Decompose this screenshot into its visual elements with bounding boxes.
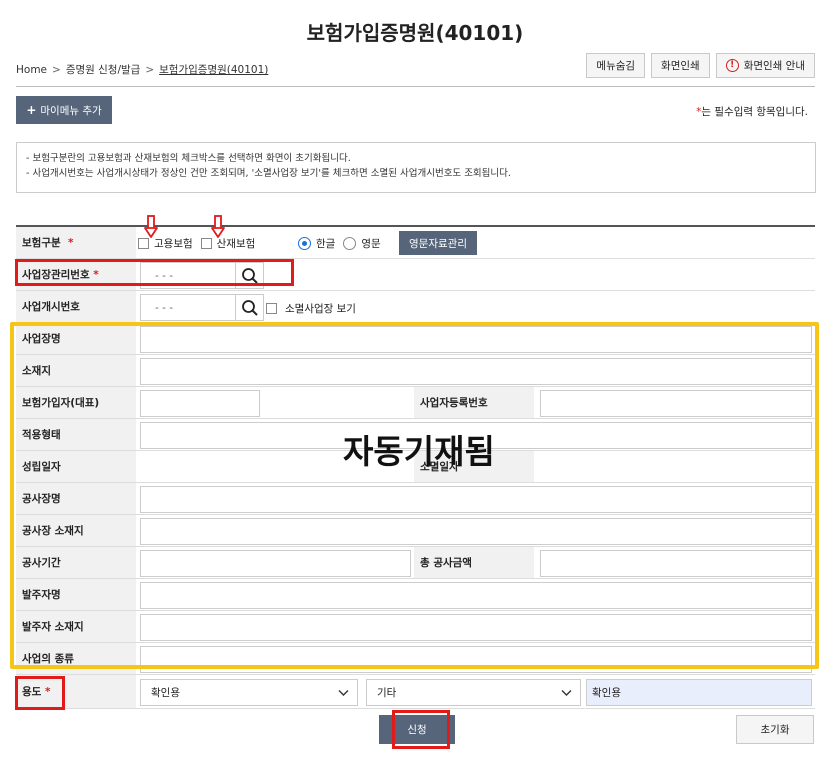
notice-box: - 보험구분란의 고용보험과 산재보험의 체크박스를 선택하면 화면이 초기화됩… (16, 142, 816, 193)
language-radios: 한글 영문 (298, 236, 381, 251)
add-my-menu-button[interactable]: + 마이메뉴 추가 (16, 96, 112, 124)
highlight-purpose (15, 676, 65, 710)
auto-fill-annotation: 자동기재됨 (343, 432, 495, 471)
arrow-down-icon (211, 215, 225, 238)
chevron-down-icon (338, 687, 349, 701)
notice-line: - 보험구분란의 고용보험과 산재보험의 체크박스를 선택하면 화면이 초기화됩… (26, 153, 351, 164)
purpose-select-2[interactable]: 기타 (366, 679, 581, 706)
reset-button[interactable]: 초기화 (736, 715, 814, 744)
plus-icon: + (26, 103, 37, 117)
chevron-down-icon (561, 687, 572, 701)
notice-line: - 사업개시번호는 사업개시상태가 정상인 건만 조회되며, '소멸사업장 보기… (26, 168, 511, 179)
row-insurance-type: 보험구분 * 고용보험 산재보험 한글 영문 영문자료관리 (16, 227, 815, 259)
purpose-select-2-value: 기타 (377, 687, 397, 699)
required-note-text: 는 필수입력 항목입니다. (701, 106, 808, 118)
add-my-menu-label: 마이메뉴 추가 (40, 104, 102, 117)
hide-menu-button[interactable]: 메뉴숨김 (586, 53, 646, 78)
print-button[interactable]: 화면인쇄 (651, 53, 710, 78)
english-radio[interactable] (343, 237, 357, 250)
label-insurance-type: 보험구분 * (16, 227, 136, 258)
highlight-auto-fill-area (10, 322, 819, 669)
print-guide-label: 화면인쇄 안내 (743, 60, 805, 72)
label-business-start-no: 사업개시번호 (16, 291, 136, 322)
employment-insurance-checkbox[interactable] (138, 238, 149, 249)
breadcrumb-home[interactable]: Home (16, 64, 47, 76)
business-start-no-input[interactable]: - - - (140, 294, 236, 321)
page-title: 보험가입증명원(40101) (306, 21, 524, 45)
employment-insurance-label: 고용보험 (154, 238, 193, 250)
show-closed-group: 소멸사업장 보기 (266, 301, 356, 316)
breadcrumb-level1[interactable]: 증명원 신청/발급 (66, 62, 141, 77)
show-closed-label: 소멸사업장 보기 (285, 303, 356, 315)
top-buttons: 메뉴숨김 화면인쇄 ! 화면인쇄 안내 (586, 53, 815, 78)
purpose-text-input[interactable]: 확인용 (586, 679, 812, 706)
divider (16, 86, 815, 87)
breadcrumb-separator-icon: > (145, 63, 155, 76)
purpose-select-1-value: 확인용 (151, 687, 180, 699)
label-text: 보험구분 (22, 237, 61, 249)
breadcrumb-separator-icon: > (52, 63, 61, 76)
korean-label: 한글 (316, 238, 336, 250)
purpose-select-1[interactable]: 확인용 (140, 679, 358, 706)
row-purpose: 용도 * 확인용 기타 확인용 (16, 675, 815, 709)
breadcrumb: Home > 증명원 신청/발급 > 보험가입증명원(40101) (16, 62, 268, 77)
arrow-down-icon (144, 215, 158, 238)
row-business-start-no: 사업개시번호 - - - 소멸사업장 보기 (16, 291, 815, 323)
application-form: 보험구분 * 고용보험 산재보험 한글 영문 영문자료관리 사업장관리번호 * … (16, 225, 815, 709)
highlight-submit (392, 710, 450, 749)
print-guide-button[interactable]: ! 화면인쇄 안내 (715, 53, 815, 78)
search-icon[interactable] (235, 294, 264, 321)
alert-icon: ! (725, 59, 739, 72)
required-note: *는 필수입력 항목입니다. (696, 104, 808, 119)
english-data-manage-button[interactable]: 영문자료관리 (399, 231, 477, 255)
english-label: 영문 (361, 238, 381, 250)
korean-radio[interactable] (298, 237, 311, 250)
breadcrumb-current[interactable]: 보험가입증명원(40101) (159, 62, 268, 77)
required-mark: * (67, 236, 74, 249)
show-closed-checkbox[interactable] (266, 303, 277, 314)
industrial-insurance-checkbox[interactable] (200, 238, 212, 249)
highlight-business-mgmt-no (15, 259, 294, 286)
